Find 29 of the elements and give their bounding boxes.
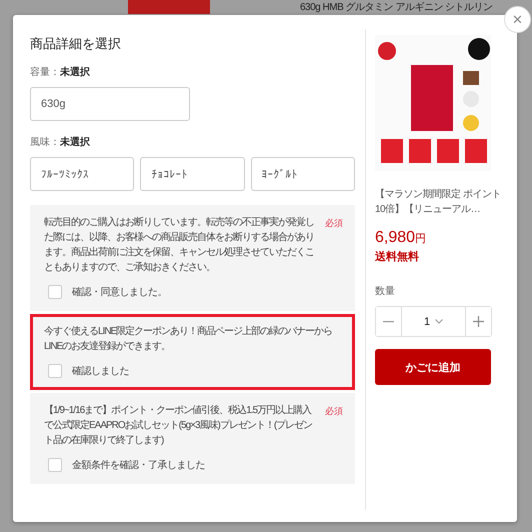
close-button[interactable]: × (504, 6, 531, 33)
product-price: 6,980円 (375, 229, 428, 247)
checkbox-label[interactable]: 確認しました (72, 364, 129, 378)
background-product-title: 630g HMB グルタミン アルギニン シトルリン (300, 1, 493, 14)
quantity-label: 数量 (375, 285, 396, 298)
plus-icon (473, 316, 484, 327)
notice-text: 転売目的のご購入はお断りしています。転売等の不正事実が発覚した際には、以降、お客様への商品販売自体をお断りする場合があります。商品出荷前に注文を保留、キャンセル処理させていただくこともありますので、ご承知おきください。 (44, 216, 315, 275)
checkbox-label[interactable]: 金額条件を確認・了承しました (72, 458, 205, 472)
required-label: 必須 (325, 217, 343, 230)
notice-text: 【1/9~1/16まで】ポイント・クーポン値引後、税込1.5万円以上購入で公式限定EAAPROお試しセット(5g×3風味)プレゼント！(プレゼント品の在庫限りで終了します) (44, 404, 314, 448)
checkbox[interactable] (48, 458, 62, 472)
option-choice[interactable]: 630g (30, 87, 190, 121)
option-label: 風味：未選択 (30, 136, 91, 149)
chevron-down-icon (435, 319, 444, 324)
product-name[interactable]: 【マラソン期間限定 ポイント10倍】【リニューアル… (375, 187, 505, 217)
checkbox-label[interactable]: 確認・同意しました。 (72, 285, 167, 299)
checkbox[interactable] (48, 364, 62, 378)
required-label: 必須 (325, 405, 343, 418)
option-choice[interactable]: ﾌﾙｰﾂﾐｯｸｽ (30, 157, 134, 191)
option-choice[interactable]: ﾖｰｸﾞﾙﾄ (250, 157, 355, 191)
shipping-label: 送料無料 (375, 250, 420, 264)
checkbox[interactable] (48, 285, 62, 299)
option-choice[interactable]: ﾁｮｺﾚｰﾄ (140, 157, 245, 191)
quantity-select[interactable]: 1 (401, 307, 466, 336)
minus-icon (383, 320, 394, 322)
option-label: 容量：未選択 (30, 66, 91, 79)
modal-title: 商品詳細を選択 (30, 35, 122, 53)
notice-text: 今すぐ使えるLINE限定クーポンあり！商品ページ上部の緑のバナーからLINEのお友達登録ができます。 (44, 324, 334, 354)
add-to-cart-button[interactable]: かごに追加 (375, 349, 491, 385)
